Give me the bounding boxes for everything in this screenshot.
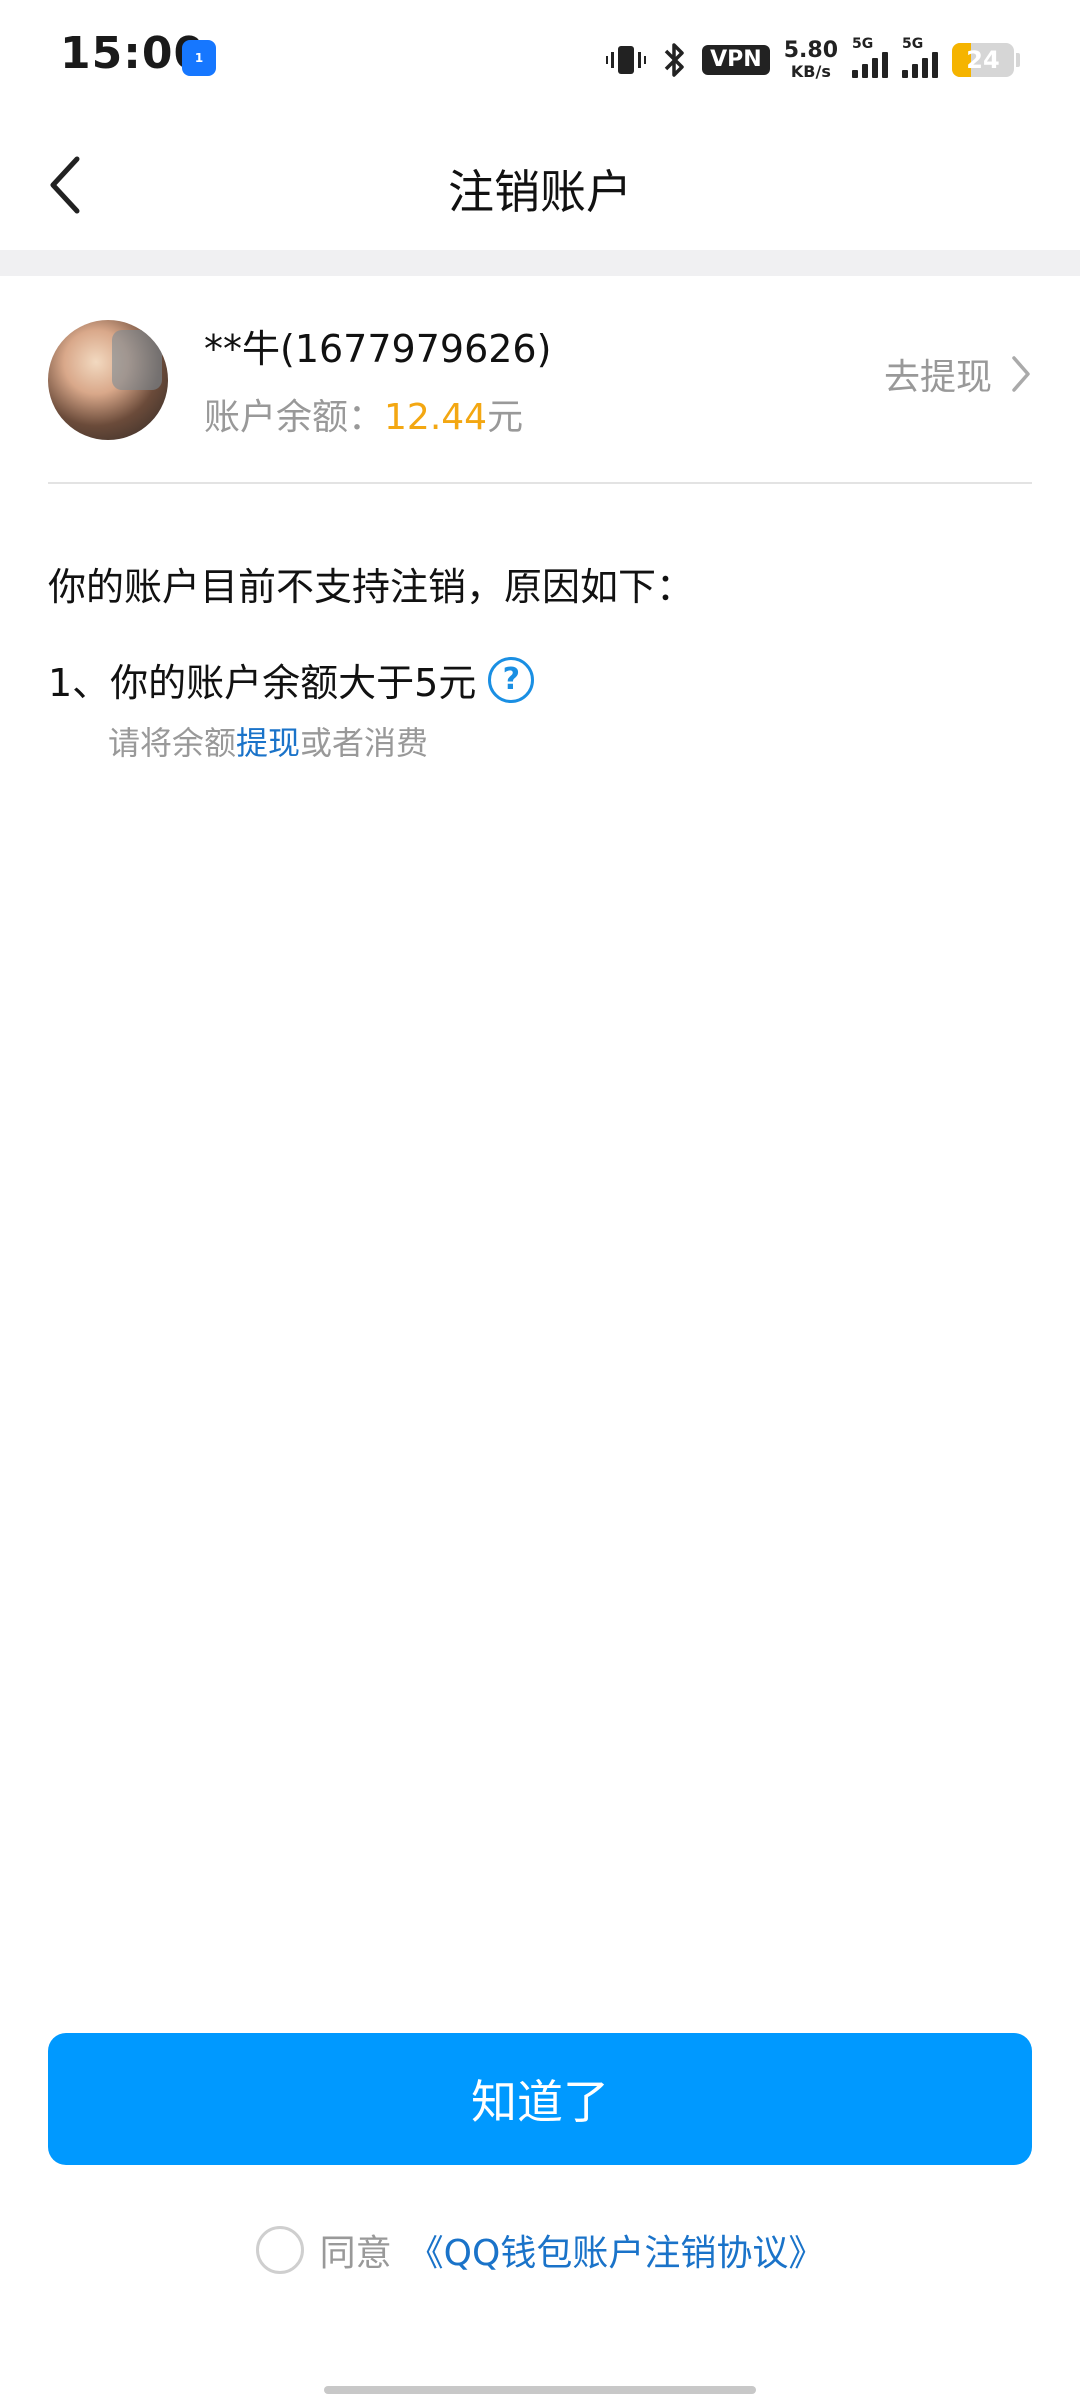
agreement-row: 同意 《QQ钱包账户注销协议》 [0,2224,1080,2276]
reason-hint: 请将余额提现或者消费 [108,718,428,764]
sim1-network-label: 5G [852,36,874,52]
signal-sim2-icon: 5G [902,36,938,78]
status-bar: 15:00 1 VPN 5.80 KB/s 5G 5G 24 [0,0,1080,120]
network-speed: 5.80 KB/s [784,40,838,80]
got-it-button[interactable]: 知道了 [48,2033,1032,2165]
help-icon[interactable]: ? [488,656,535,703]
reason-title: 你的账户目前不支持注销，原因如下： [48,565,695,609]
status-icons: VPN 5.80 KB/s 5G 5G 24 [606,36,1020,84]
page-title: 注销账户 [448,165,632,219]
battery-icon: 24 [952,43,1014,77]
vpn-badge: VPN [702,45,770,75]
agree-radio[interactable] [255,2226,304,2274]
home-indicator[interactable] [324,2386,756,2394]
network-speed-value: 5.80 [783,38,838,63]
withdraw-label: 去提现 [883,357,992,398]
battery-level: 24 [966,46,1000,74]
reason-hint-suffix: 或者消费 [300,724,429,762]
reason-text: 1、你的账户余额大于5元 [48,661,477,705]
avatar [48,320,168,440]
sim2-network-label: 5G [902,36,924,52]
account-card: **牛(1677979626) 账户余额：12.44元 去提现 [48,276,1032,484]
account-name: **牛(1677979626) [204,327,552,371]
agree-label: 同意 [319,2233,392,2274]
battery-tip [1016,53,1020,67]
signal-sim1-icon: 5G [852,36,888,78]
balance-label: 账户余额： [204,397,385,438]
hotspot-icon: 1 [182,40,216,76]
chevron-right-icon [1012,356,1030,392]
agreement-link[interactable]: 《QQ钱包账户注销协议》 [408,2224,825,2276]
bluetooth-icon [660,41,688,79]
account-balance: 账户余额：12.44元 [204,388,523,440]
withdraw-inline-link[interactable]: 提现 [236,724,300,762]
withdraw-link[interactable]: 去提现 [884,348,1032,400]
section-divider [0,250,1080,276]
balance-amount: 12.44 [384,397,488,438]
network-speed-unit: KB/s [790,62,831,81]
reason-hint-prefix: 请将余额 [108,724,237,762]
vibrate-icon [606,43,647,77]
reason-item: 1、你的账户余额大于5元 ? [48,652,535,707]
balance-unit: 元 [487,397,524,438]
hotspot-badge-count: 1 [194,51,204,65]
cancel-account-page: 15:00 1 VPN 5.80 KB/s 5G 5G 24 注销账户 **牛(… [0,0,1080,2400]
nav-bar: 注销账户 [0,120,1080,250]
